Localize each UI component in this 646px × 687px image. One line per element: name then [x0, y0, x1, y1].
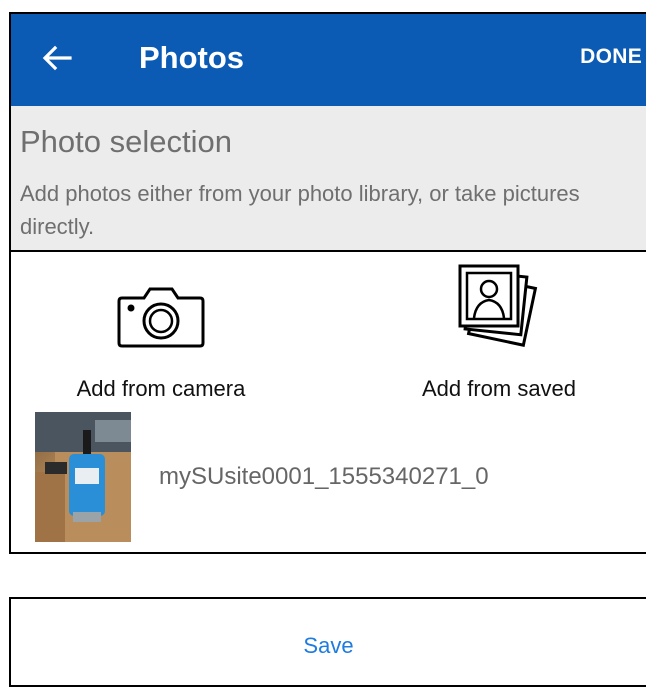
section-title: Photo selection — [20, 124, 232, 159]
photo-thumbnail — [35, 412, 131, 542]
camera-icon — [116, 264, 206, 348]
add-from-camera-label: Add from camera — [76, 376, 246, 401]
photo-stack-icon — [454, 264, 544, 348]
section-description: Add photos either from your photo librar… — [20, 181, 580, 239]
photo-list-item[interactable]: mySUsite0001_1555340271_0 — [35, 412, 635, 542]
photo-filename: mySUsite0001_1555340271_0 — [159, 463, 489, 490]
save-button[interactable]: Save — [11, 599, 646, 685]
done-button[interactable]: DONE — [580, 41, 642, 73]
photos-panel: Photos DONE Photo selection Add photos e… — [9, 12, 646, 554]
add-from-camera-button[interactable]: Add from camera — [71, 264, 251, 402]
back-button[interactable] — [37, 38, 77, 78]
save-panel: Save — [9, 597, 646, 687]
back-arrow-icon — [42, 45, 72, 71]
app-bar: Photos DONE — [11, 14, 646, 106]
page-title: Photos — [139, 40, 245, 75]
add-from-saved-button[interactable]: Add from saved — [409, 264, 589, 402]
photo-selection-header: Photo selection Add photos either from y… — [11, 106, 646, 252]
add-from-saved-label: Add from saved — [421, 376, 577, 401]
